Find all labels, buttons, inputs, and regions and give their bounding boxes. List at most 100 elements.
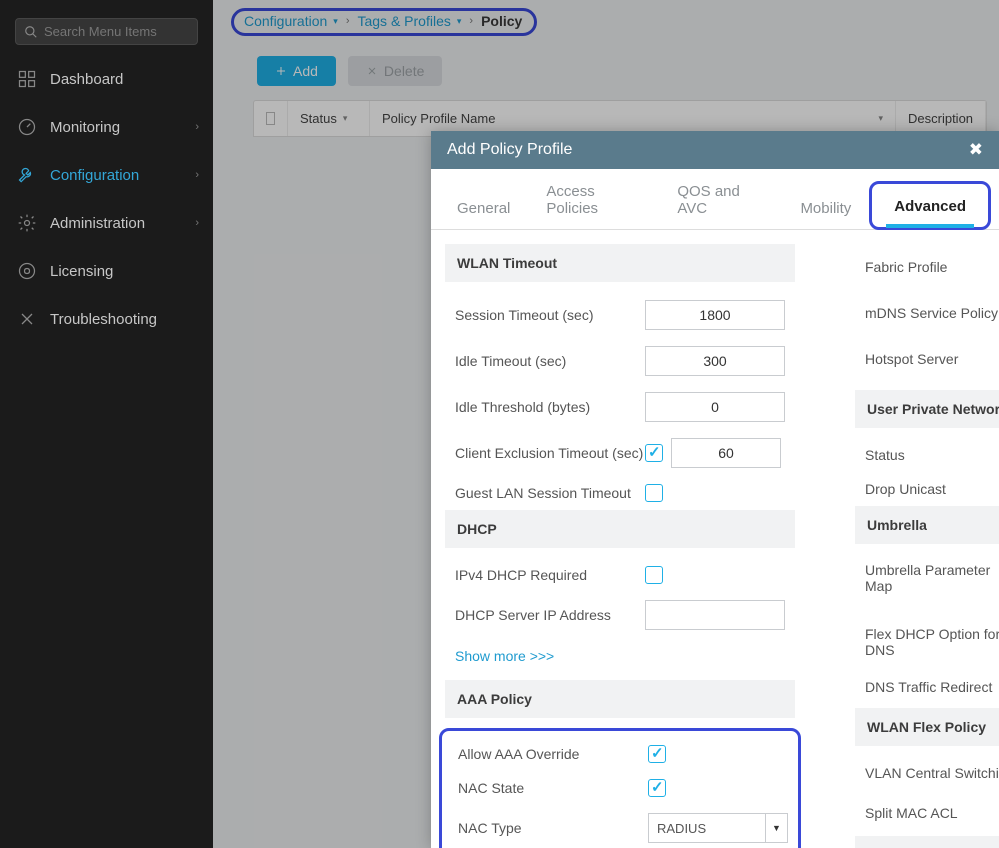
- sidebar-item-administration[interactable]: Administration ›: [0, 199, 213, 247]
- row-aaa-override: Allow AAA Override: [448, 737, 792, 771]
- sidebar-item-label: Licensing: [50, 263, 113, 280]
- right-column: Fabric Profile Search or Select▼ mDNS Se…: [855, 244, 999, 828]
- search-input[interactable]: [44, 24, 189, 39]
- row-fabric-profile: Fabric Profile Search or Select▼: [855, 244, 999, 290]
- row-vlan-switching: VLAN Central Switching: [855, 756, 999, 790]
- dhcp-server-input[interactable]: [645, 600, 785, 630]
- section-upn: User Private Network: [855, 390, 999, 428]
- row-session-timeout: Session Timeout (sec): [445, 292, 795, 338]
- sidebar-item-label: Troubleshooting: [50, 311, 157, 328]
- nac-state-label: NAC State: [458, 780, 648, 796]
- tools-icon: [16, 308, 38, 330]
- upn-status-label: Status: [865, 447, 999, 463]
- nac-state-checkbox[interactable]: [648, 779, 666, 797]
- flex-dhcp-label: Flex DHCP Option for DNS: [865, 626, 999, 658]
- modal: Add Policy Profile ✖ General Access Poli…: [431, 131, 999, 848]
- session-timeout-input[interactable]: [645, 300, 785, 330]
- row-nac-state: NAC State: [448, 771, 792, 805]
- session-timeout-label: Session Timeout (sec): [455, 307, 645, 323]
- nac-type-label: NAC Type: [458, 820, 648, 836]
- section-atf: Air Time Fairness Policies: [855, 836, 999, 848]
- sidebar-item-label: Dashboard: [50, 71, 123, 88]
- sidebar-item-configuration[interactable]: Configuration ›: [0, 151, 213, 199]
- sidebar-item-label: Administration: [50, 215, 145, 232]
- modal-header: Add Policy Profile ✖: [431, 131, 999, 169]
- row-guest-lan-timeout: Guest LAN Session Timeout: [445, 476, 795, 510]
- gear-icon: [16, 212, 38, 234]
- client-exclusion-checkbox[interactable]: [645, 444, 663, 462]
- idle-timeout-input[interactable]: [645, 346, 785, 376]
- sidebar-item-label: Monitoring: [50, 119, 120, 136]
- gauge-icon: [16, 116, 38, 138]
- nac-type-select[interactable]: RADIUS▼: [648, 813, 788, 843]
- aaa-override-checkbox[interactable]: [648, 745, 666, 763]
- show-more-link[interactable]: Show more >>>: [445, 638, 795, 680]
- section-umbrella: Umbrella: [855, 506, 999, 544]
- guest-lan-checkbox[interactable]: [645, 484, 663, 502]
- tab-general[interactable]: General: [439, 186, 528, 229]
- client-exclusion-label: Client Exclusion Timeout (sec): [455, 445, 645, 461]
- split-mac-label: Split MAC ACL: [865, 805, 999, 821]
- row-dns-redirect: DNS Traffic Redirect IGNORE: [855, 666, 999, 708]
- modal-tabs: General Access Policies QOS and AVC Mobi…: [431, 169, 999, 230]
- tab-access-policies[interactable]: Access Policies: [528, 169, 659, 229]
- dns-redirect-label: DNS Traffic Redirect: [865, 679, 999, 695]
- row-nac-type: NAC Type RADIUS▼: [448, 805, 792, 848]
- sidebar-item-licensing[interactable]: Licensing: [0, 247, 213, 295]
- row-dhcp-required: IPv4 DHCP Required: [445, 558, 795, 592]
- row-idle-threshold: Idle Threshold (bytes): [445, 384, 795, 430]
- idle-threshold-label: Idle Threshold (bytes): [455, 399, 645, 415]
- close-button[interactable]: ✖: [969, 140, 983, 160]
- section-aaa-policy: AAA Policy: [445, 680, 795, 718]
- sidebar-search[interactable]: [15, 18, 198, 45]
- section-dhcp: DHCP: [445, 510, 795, 548]
- sidebar-item-dashboard[interactable]: Dashboard: [0, 55, 213, 103]
- row-hotspot: Hotspot Server Search or Select▼: [855, 336, 999, 382]
- client-exclusion-input[interactable]: [671, 438, 781, 468]
- tab-advanced[interactable]: Advanced: [876, 184, 984, 227]
- wrench-icon: [16, 164, 38, 186]
- chevron-right-icon: ›: [195, 217, 199, 229]
- dhcp-required-label: IPv4 DHCP Required: [455, 567, 645, 583]
- row-client-exclusion: Client Exclusion Timeout (sec): [445, 430, 795, 476]
- sidebar: Dashboard Monitoring › Configuration › A…: [0, 0, 213, 848]
- hotspot-label: Hotspot Server: [865, 351, 999, 367]
- row-dhcp-server: DHCP Server IP Address: [445, 592, 795, 638]
- dhcp-server-label: DHCP Server IP Address: [455, 607, 645, 623]
- row-flex-dhcp: Flex DHCP Option for DNS ENABLED: [855, 618, 999, 666]
- row-upn-status: Status: [855, 438, 999, 472]
- idle-timeout-label: Idle Timeout (sec): [455, 353, 645, 369]
- aaa-override-label: Allow AAA Override: [458, 746, 648, 762]
- row-mdns: mDNS Service Policy Search or Select▼: [855, 290, 999, 336]
- chevron-right-icon: ›: [195, 121, 199, 133]
- main-area: Configuration▾ › Tags & Profiles▾ › Poli…: [213, 0, 999, 848]
- upn-drop-label: Drop Unicast: [865, 481, 999, 497]
- idle-threshold-input[interactable]: [645, 392, 785, 422]
- section-flex-policy: WLAN Flex Policy: [855, 708, 999, 746]
- aaa-highlight-box: Allow AAA Override NAC State NAC Type RA…: [439, 728, 801, 848]
- guest-lan-label: Guest LAN Session Timeout: [455, 485, 645, 501]
- chevron-down-icon: ▼: [765, 814, 787, 842]
- tab-mobility[interactable]: Mobility: [782, 186, 869, 229]
- mdns-label: mDNS Service Policy: [865, 305, 999, 321]
- umbrella-clear-link[interactable]: Clear: [855, 600, 999, 614]
- row-upn-drop: Drop Unicast: [855, 472, 999, 506]
- fabric-profile-label: Fabric Profile: [865, 259, 999, 275]
- sidebar-item-monitoring[interactable]: Monitoring ›: [0, 103, 213, 151]
- sidebar-item-label: Configuration: [50, 167, 139, 184]
- chevron-right-icon: ›: [195, 169, 199, 181]
- license-icon: [16, 260, 38, 282]
- search-icon: [24, 25, 38, 39]
- umbrella-map-label: Umbrella Parameter Map: [865, 562, 999, 594]
- dhcp-required-checkbox[interactable]: [645, 566, 663, 584]
- vlan-switching-label: VLAN Central Switching: [865, 765, 999, 781]
- left-column: WLAN Timeout Session Timeout (sec) Idle …: [445, 244, 795, 828]
- row-umbrella-map: Umbrella Parameter Map Not Configured▼: [855, 554, 999, 602]
- modal-title: Add Policy Profile: [447, 141, 572, 159]
- row-split-mac: Split MAC ACL Search or Select▼: [855, 790, 999, 836]
- tab-qos-avc[interactable]: QOS and AVC: [659, 169, 782, 229]
- row-idle-timeout: Idle Timeout (sec): [445, 338, 795, 384]
- sidebar-item-troubleshooting[interactable]: Troubleshooting: [0, 295, 213, 343]
- section-wlan-timeout: WLAN Timeout: [445, 244, 795, 282]
- dashboard-icon: [16, 68, 38, 90]
